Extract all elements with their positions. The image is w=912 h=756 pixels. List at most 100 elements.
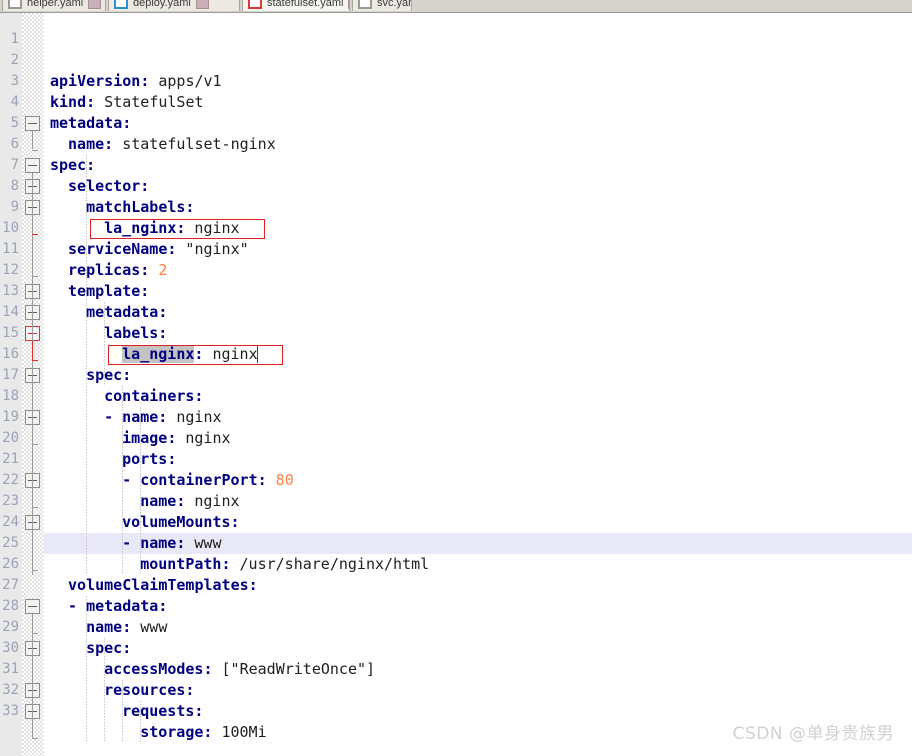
code-line[interactable]: metadata:: [50, 113, 131, 134]
code-token-key: name: [86, 618, 123, 636]
code-token-val: www: [131, 618, 168, 636]
editor-tab-label: svc.yaml: [377, 0, 411, 9]
editor-tab-2-active[interactable]: statefulset.yaml: [242, 0, 350, 11]
code-token-punc: :: [257, 471, 267, 489]
code-line[interactable]: storage: 100Mi: [140, 722, 266, 743]
code-token-punc: :: [230, 513, 240, 531]
editor-tab-label: deploy.yaml: [133, 0, 191, 9]
code-line[interactable]: volumeClaimTemplates:: [68, 575, 258, 596]
fold-rail: [32, 320, 33, 340]
line-number: 28: [2, 598, 19, 614]
code-line[interactable]: apiVersion: apps/v1: [50, 71, 222, 92]
code-token-key: matchLabels: [86, 198, 186, 216]
code-token-key: name: [68, 135, 105, 153]
code-line[interactable]: image: nginx: [122, 428, 230, 449]
code-token-punc: :: [194, 702, 204, 720]
fold-rail: [32, 425, 33, 491]
code-line[interactable]: mountPath: /usr/share/nginx/html: [140, 554, 429, 575]
code-line[interactable]: name: www: [86, 617, 167, 638]
fold-rail: [32, 488, 33, 508]
file-icon: [248, 0, 262, 9]
code-token-val: nginx: [185, 492, 240, 510]
code-token-punc: :: [194, 387, 204, 405]
editor-tab-1[interactable]: deploy.yaml: [108, 0, 240, 11]
code-token-key: spec: [50, 156, 87, 174]
code-token-punc: :: [122, 639, 132, 657]
fold-toggle-line-4[interactable]: [25, 116, 40, 131]
code-token-key: requests: [122, 702, 195, 720]
line-number: 2: [10, 52, 19, 68]
line-number: 10: [2, 220, 19, 236]
code-line[interactable]: spec:: [86, 365, 131, 386]
code-line[interactable]: labels:: [104, 323, 167, 344]
code-token-key: - containerPort: [122, 471, 258, 489]
code-token-key: - name: [122, 534, 177, 552]
file-icon: [8, 0, 22, 9]
fold-end-marker: [32, 738, 38, 739]
code-token-key: volumeMounts: [122, 513, 231, 531]
editor-tab-3[interactable]: svc.yaml: [352, 0, 412, 11]
code-line[interactable]: template:: [68, 281, 149, 302]
fold-rail: [32, 698, 33, 720]
line-number: 15: [2, 325, 19, 341]
code-token-key: name: [140, 492, 177, 510]
code-line[interactable]: la_nginx: nginx: [104, 218, 239, 239]
code-line[interactable]: spec:: [86, 638, 131, 659]
code-token-key: la_nginx: [122, 345, 195, 363]
code-line[interactable]: metadata:: [86, 302, 167, 323]
code-line[interactable]: kind: StatefulSet: [50, 92, 204, 113]
code-token-key: - name: [104, 408, 159, 426]
code-line[interactable]: replicas: 2: [68, 260, 167, 281]
code-line[interactable]: containers:: [104, 386, 203, 407]
line-number: 29: [2, 619, 19, 635]
code-token-punc: :: [167, 450, 177, 468]
code-editor[interactable]: 1 2 3 4 5 6 7 8 9 10 11 12 13 14 15 16 17 18 19 20 21 22 23 24 2…: [0, 13, 912, 756]
fold-toggle-line-6[interactable]: [25, 158, 40, 173]
code-folding-gutter[interactable]: [22, 13, 44, 756]
code-token-key: replicas: [68, 261, 141, 279]
line-number: 6: [10, 136, 19, 152]
code-token-key: kind: [50, 93, 87, 111]
code-line[interactable]: spec:: [50, 155, 95, 176]
code-token-key: resources: [104, 681, 186, 699]
fold-toggle-line-27[interactable]: [25, 599, 40, 614]
fold-end-marker: [32, 444, 38, 445]
editor-window: helper.yaml deploy.yaml statefulset.yaml…: [0, 0, 912, 756]
line-number: 18: [2, 388, 19, 404]
close-icon[interactable]: [348, 0, 349, 9]
code-token-punc: :: [185, 681, 195, 699]
code-line[interactable]: serviceName: "nginx": [68, 239, 249, 260]
code-line[interactable]: accessModes: ["ReadWriteOnce"]: [104, 659, 375, 680]
code-token-key: template: [68, 282, 141, 300]
code-text-area[interactable]: apiVersion: apps/v1 kind: StatefulSet meta…: [44, 13, 912, 756]
code-token-key: storage: [140, 723, 204, 741]
close-icon[interactable]: [195, 0, 209, 9]
code-line[interactable]: la_nginx: nginx: [122, 344, 258, 365]
code-line[interactable]: requests:: [122, 701, 203, 722]
minus-icon: [28, 165, 37, 166]
code-line[interactable]: matchLabels:: [86, 197, 194, 218]
code-line[interactable]: resources:: [104, 680, 194, 701]
code-line[interactable]: name: nginx: [140, 491, 239, 512]
line-number: 11: [2, 241, 19, 257]
code-token-punc: :: [176, 492, 186, 510]
code-token-key: serviceName: [68, 240, 168, 258]
code-line[interactable]: - containerPort: 80: [122, 470, 294, 491]
code-line[interactable]: selector:: [68, 176, 149, 197]
code-line[interactable]: - metadata:: [68, 596, 167, 617]
fold-end-marker: [32, 570, 38, 571]
minus-icon: [28, 123, 37, 124]
code-token-val: nginx: [167, 408, 222, 426]
code-token-val: ["ReadWriteOnce"]: [212, 660, 376, 678]
code-line[interactable]: - name: nginx: [104, 407, 221, 428]
code-token-key: selector: [68, 177, 141, 195]
code-token-punc: :: [167, 429, 177, 447]
code-line[interactable]: volumeMounts:: [122, 512, 239, 533]
editor-tab-0[interactable]: helper.yaml: [2, 0, 106, 11]
close-icon[interactable]: [88, 0, 102, 9]
code-token-val: /usr/share/nginx/html: [230, 555, 430, 573]
code-line[interactable]: name: statefulset-nginx: [68, 134, 276, 155]
code-line[interactable]: ports:: [122, 449, 176, 470]
code-line[interactable]: - name: www: [122, 533, 221, 554]
code-token-key: apiVersion: [50, 72, 141, 90]
